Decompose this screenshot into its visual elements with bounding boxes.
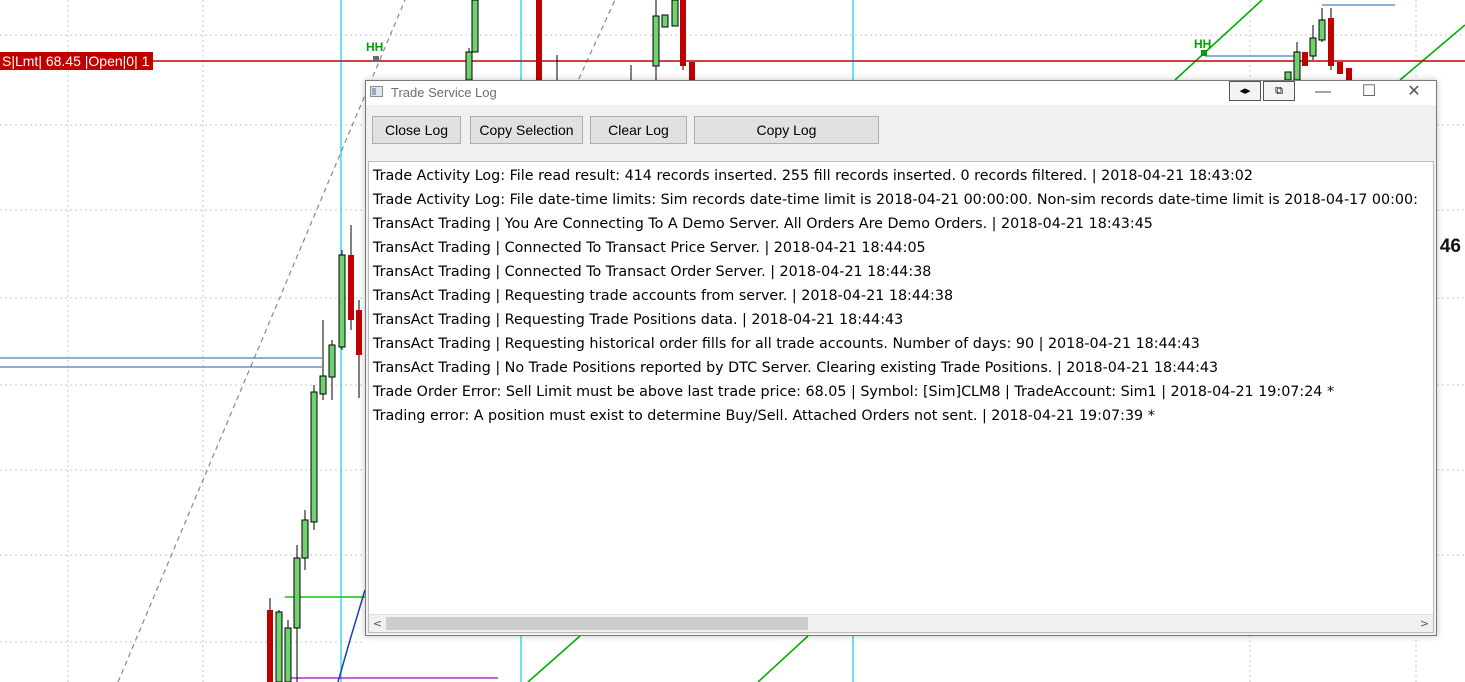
order-tag[interactable]: S|Lmt| 68.45 |Open|0| 1 — [0, 52, 154, 70]
log-entry[interactable]: Trading error: A position must exist to … — [373, 404, 1433, 428]
log-list[interactable]: Trade Activity Log: File read result: 41… — [368, 161, 1434, 633]
scroll-left-arrow-icon[interactable]: < — [369, 615, 386, 632]
detach-button[interactable]: ⧉ — [1263, 81, 1295, 101]
log-lines: Trade Activity Log: File read result: 41… — [373, 164, 1433, 428]
candle-body — [348, 255, 354, 320]
candle-body — [1284, 71, 1292, 81]
close-icon: ✕ — [1407, 83, 1421, 100]
candle-body — [1337, 62, 1343, 74]
log-entry[interactable]: TransAct Trading | Requesting trade acco… — [373, 284, 1433, 308]
candle-body — [356, 310, 362, 355]
candle-body — [1309, 37, 1317, 57]
close-window-button[interactable]: ✕ — [1391, 81, 1437, 105]
candle-body — [652, 15, 660, 67]
log-entry[interactable]: TransAct Trading | No Trade Positions re… — [373, 356, 1433, 380]
candle-body — [267, 610, 273, 682]
copy-selection-button[interactable]: Copy Selection — [470, 116, 583, 144]
candle-body — [689, 62, 695, 80]
candle-body — [310, 391, 318, 523]
candle-body — [338, 254, 346, 348]
log-entry[interactable]: Trade Order Error: Sell Limit must be ab… — [373, 380, 1433, 404]
detach-window-icon: ⧉ — [1275, 85, 1283, 97]
candle-body — [661, 14, 669, 28]
log-entry[interactable]: Trade Activity Log: File read result: 41… — [373, 164, 1433, 188]
app-window-icon — [370, 86, 383, 97]
candle-body — [1293, 51, 1301, 81]
candle-body — [284, 627, 292, 682]
candle-body — [465, 51, 473, 81]
scrollbar-thumb[interactable] — [386, 617, 808, 630]
candle-body — [293, 557, 301, 629]
candle-body — [275, 611, 283, 682]
candle-body — [328, 344, 336, 378]
price-scale-label: 46 — [1439, 236, 1461, 257]
candle-body — [680, 0, 686, 66]
candle-body — [1302, 52, 1308, 66]
minimize-icon: — — [1315, 83, 1331, 100]
log-entry[interactable]: TransAct Trading | Requesting Trade Posi… — [373, 308, 1433, 332]
hh-label: HH — [1194, 37, 1212, 51]
window-title: Trade Service Log — [391, 85, 497, 100]
candle-body — [536, 0, 542, 80]
hh-label: HH — [366, 40, 384, 54]
maximize-button[interactable]: ☐ — [1346, 81, 1392, 105]
log-entry[interactable]: TransAct Trading | Requesting historical… — [373, 332, 1433, 356]
title-bar[interactable]: Trade Service Log ◂▸ ⧉ — ☐ ✕ — [366, 81, 1436, 105]
candle-body — [301, 519, 309, 559]
close-log-button[interactable]: Close Log — [372, 116, 461, 144]
candle-body — [471, 0, 479, 53]
candle-body — [1346, 68, 1352, 80]
clear-log-button[interactable]: Clear Log — [590, 116, 687, 144]
scroll-right-arrow-icon[interactable]: > — [1416, 615, 1433, 632]
dock-button[interactable]: ◂▸ — [1229, 81, 1261, 101]
copy-log-button[interactable]: Copy Log — [694, 116, 879, 144]
left-right-arrows-icon: ◂▸ — [1239, 85, 1251, 97]
candle-body — [1328, 18, 1334, 66]
log-entry[interactable]: TransAct Trading | Connected To Transact… — [373, 236, 1433, 260]
candle-body — [1318, 19, 1326, 41]
minimize-button[interactable]: — — [1300, 81, 1346, 105]
candle-body — [671, 0, 679, 27]
candle-body — [319, 375, 327, 395]
blue-curve — [337, 589, 366, 682]
maximize-icon: ☐ — [1361, 83, 1377, 100]
log-entry[interactable]: TransAct Trading | Connected To Transact… — [373, 260, 1433, 284]
hh-marker — [373, 56, 379, 62]
horizontal-scrollbar[interactable]: < > — [369, 614, 1433, 632]
log-entry[interactable]: Trade Activity Log: File date-time limit… — [373, 188, 1433, 212]
trade-service-log-window: Trade Service Log ◂▸ ⧉ — ☐ ✕ Close Log C… — [365, 80, 1437, 636]
log-entry[interactable]: TransAct Trading | You Are Connecting To… — [373, 212, 1433, 236]
